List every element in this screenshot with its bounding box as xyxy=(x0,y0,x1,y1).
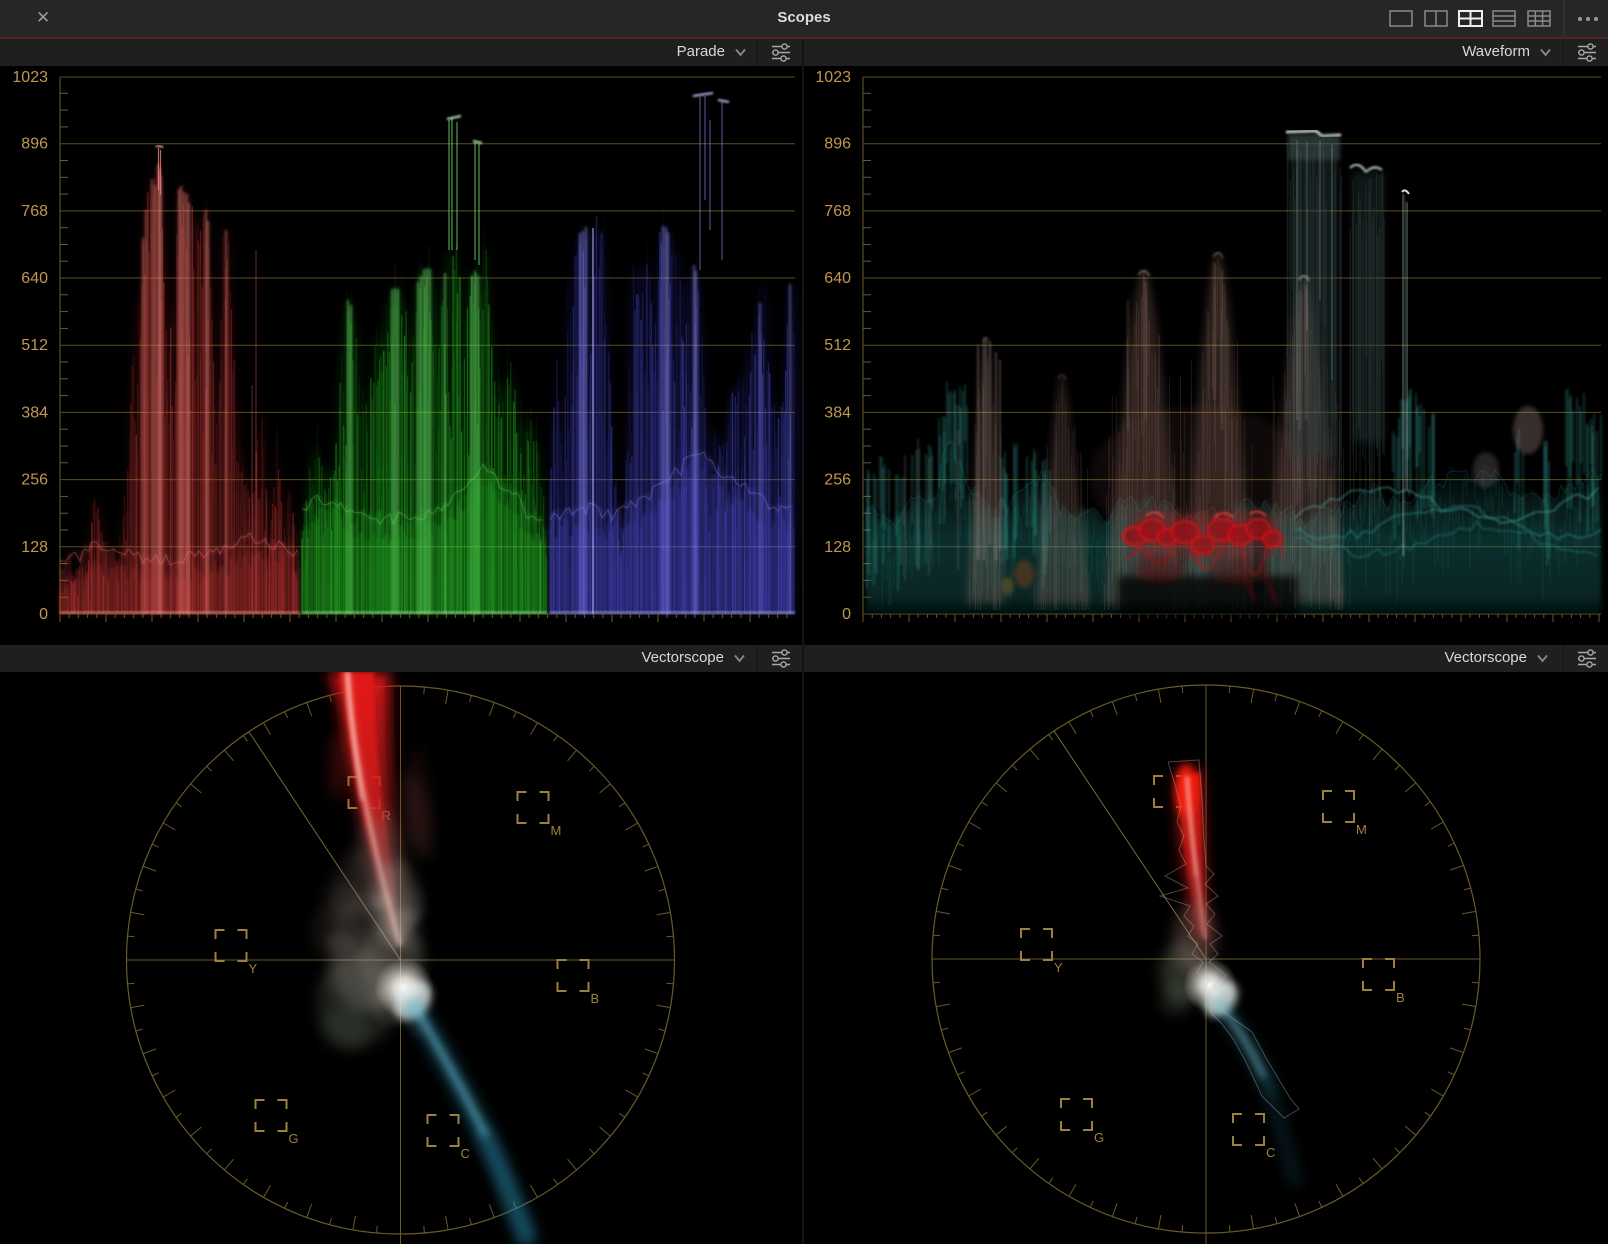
svg-text:384: 384 xyxy=(21,404,48,421)
svg-text:512: 512 xyxy=(824,337,851,354)
svg-text:M: M xyxy=(551,823,562,838)
svg-text:768: 768 xyxy=(21,203,48,220)
svg-text:C: C xyxy=(461,1146,470,1161)
svg-text:B: B xyxy=(1396,990,1405,1005)
svg-text:G: G xyxy=(1094,1130,1104,1145)
svg-text:1023: 1023 xyxy=(12,69,48,86)
svg-text:B: B xyxy=(591,991,600,1006)
svg-text:640: 640 xyxy=(21,270,48,287)
svg-text:G: G xyxy=(289,1131,299,1146)
svg-text:0: 0 xyxy=(842,606,851,623)
svg-text:Y: Y xyxy=(249,961,258,976)
svg-text:512: 512 xyxy=(21,337,48,354)
svg-text:640: 640 xyxy=(824,270,851,287)
svg-text:768: 768 xyxy=(824,203,851,220)
svg-text:0: 0 xyxy=(39,606,48,623)
svg-text:C: C xyxy=(1266,1145,1275,1160)
svg-text:896: 896 xyxy=(824,136,851,153)
svg-text:128: 128 xyxy=(824,539,851,556)
svg-text:M: M xyxy=(1356,822,1367,837)
svg-text:Y: Y xyxy=(1054,960,1063,975)
svg-text:1023: 1023 xyxy=(815,69,851,86)
svg-text:384: 384 xyxy=(824,404,851,421)
svg-text:256: 256 xyxy=(21,472,48,489)
svg-text:896: 896 xyxy=(21,136,48,153)
svg-text:256: 256 xyxy=(824,472,851,489)
svg-text:128: 128 xyxy=(21,539,48,556)
